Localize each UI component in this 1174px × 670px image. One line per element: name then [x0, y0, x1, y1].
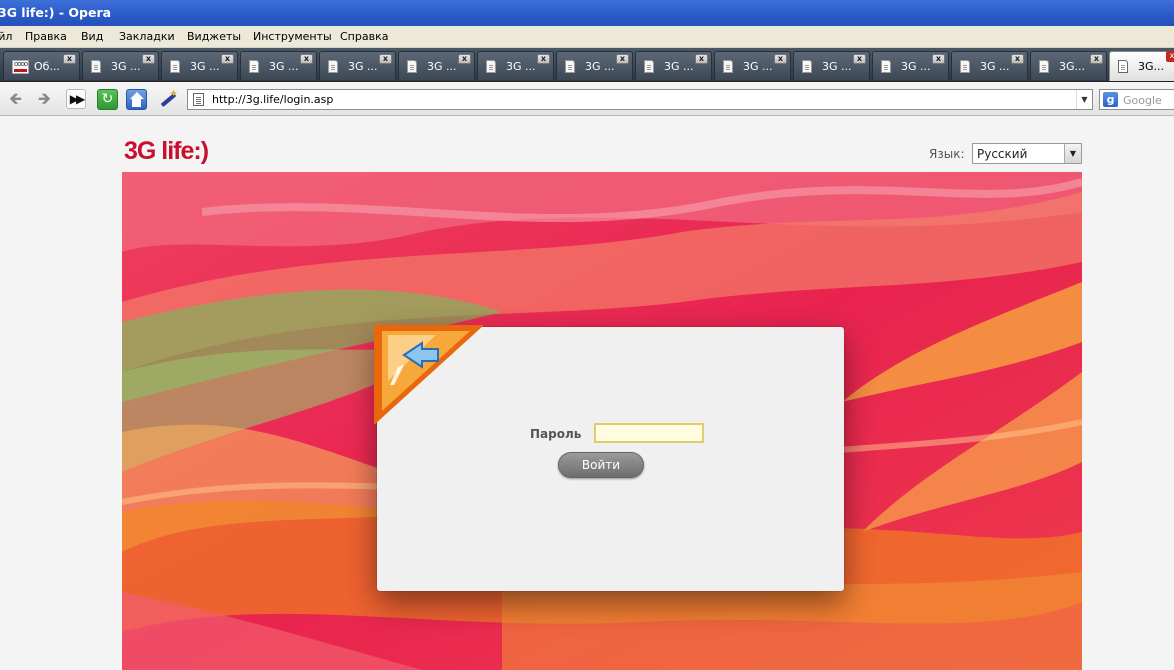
tab[interactable]: 3G ... x: [793, 51, 870, 80]
password-label: Пароль: [530, 427, 582, 441]
tab-label: 3G ...: [901, 60, 931, 73]
tab-close-icon[interactable]: x: [1090, 54, 1103, 64]
search-placeholder: Google: [1123, 94, 1162, 107]
tab-close-icon[interactable]: x: [63, 54, 76, 64]
tab-label: Об...: [34, 60, 60, 73]
tab-close-icon[interactable]: x: [1166, 51, 1174, 62]
chevron-down-icon[interactable]: ▼: [1076, 90, 1092, 109]
language-select[interactable]: Русский ▼: [972, 143, 1082, 164]
google-icon[interactable]: g: [1103, 92, 1118, 107]
login-corner-icon: [374, 325, 484, 425]
navigation-toolbar: 🡸 🡺 ▶▶ ↻ http://3g.life/login.asp ▼ g Go…: [0, 82, 1174, 116]
tab[interactable]: 3G ... x: [714, 51, 791, 80]
tab-label: 3G ...: [822, 60, 852, 73]
tab-close-icon[interactable]: x: [458, 54, 471, 64]
address-bar[interactable]: http://3g.life/login.asp ▼: [187, 89, 1093, 110]
tab-label: 3G ...: [980, 60, 1010, 73]
page-icon: [249, 60, 259, 73]
tab[interactable]: 3G ... x: [161, 51, 238, 80]
tab-label: 3G ...: [269, 60, 299, 73]
menu-help[interactable]: Справка: [340, 30, 388, 43]
tab[interactable]: 3G ... x: [556, 51, 633, 80]
tab-label: 3G ...: [585, 60, 615, 73]
menu-file[interactable]: Файл: [0, 30, 12, 43]
back-icon[interactable]: 🡸: [9, 91, 22, 107]
address-url[interactable]: http://3g.life/login.asp: [212, 93, 333, 106]
tab-label: 3G ...: [743, 60, 773, 73]
tab-label: 3G...: [1138, 60, 1165, 73]
tab-close-icon[interactable]: x: [142, 54, 155, 64]
tab[interactable]: 3G ... x: [951, 51, 1028, 80]
tab[interactable]: 3G ... x: [477, 51, 554, 80]
password-field[interactable]: [594, 423, 704, 443]
page-icon: [170, 60, 180, 73]
language-value: Русский: [977, 147, 1028, 161]
menu-bar: Файл Правка Вид Закладки Виджеты Инструм…: [0, 26, 1174, 48]
window-title: 3G life:) - Opera: [0, 5, 112, 20]
tab-close-icon[interactable]: x: [221, 54, 234, 64]
tab-label: 3G ...: [427, 60, 457, 73]
chevron-down-icon[interactable]: ▼: [1064, 144, 1081, 163]
tab-label: 3G ...: [111, 60, 141, 73]
page-icon: [91, 60, 101, 73]
tab[interactable]: 3G ... x: [398, 51, 475, 80]
language-label: Язык:: [929, 147, 965, 161]
tab-close-icon[interactable]: x: [537, 54, 550, 64]
login-button[interactable]: Войти: [558, 452, 644, 478]
menu-tools[interactable]: Инструменты: [253, 30, 332, 43]
menu-bookmarks[interactable]: Закладки: [119, 30, 175, 43]
page-icon: [723, 60, 733, 73]
page-icon: [565, 60, 575, 73]
page-icon: [407, 60, 417, 73]
tab[interactable]: 3G ... x: [872, 51, 949, 80]
tab[interactable]: 3G ... x: [319, 51, 396, 80]
page-icon: [1039, 60, 1049, 73]
tab-label: 3G...: [1059, 60, 1086, 73]
tab-bar: Об... x 3G ... x 3G ... x 3G ... x 3G ..…: [0, 48, 1174, 82]
tab[interactable]: 3G ... x: [240, 51, 317, 80]
page-icon: [193, 93, 204, 106]
tab[interactable]: 3G... x: [1030, 51, 1107, 80]
window-title-bar: 3G life:) - Opera: [0, 0, 1174, 26]
page-icon: [486, 60, 496, 73]
tab-label: 3G ...: [190, 60, 220, 73]
tab[interactable]: 3G ... x: [82, 51, 159, 80]
tab-active[interactable]: 3G...: [1109, 51, 1174, 81]
tab-close-icon[interactable]: x: [774, 54, 787, 64]
menu-view[interactable]: Вид: [81, 30, 103, 43]
tab-close-icon[interactable]: x: [853, 54, 866, 64]
search-field[interactable]: g Google: [1099, 89, 1174, 110]
tab-label: 3G ...: [506, 60, 536, 73]
tab-close-icon[interactable]: x: [616, 54, 629, 64]
audi-favicon-icon: [12, 60, 29, 74]
tab-close-icon[interactable]: x: [932, 54, 945, 64]
tab-close-icon[interactable]: x: [1011, 54, 1024, 64]
forward-icon[interactable]: 🡺: [38, 91, 51, 107]
page-icon: [802, 60, 812, 73]
page-icon: [960, 60, 970, 73]
tab-close-icon[interactable]: x: [695, 54, 708, 64]
wand-icon[interactable]: [157, 87, 179, 110]
page-content: 3G life:) Язык: Русский ▼ Пароль Войти: [0, 117, 1174, 670]
menu-widgets[interactable]: Виджеты: [187, 30, 241, 43]
menu-edit[interactable]: Правка: [25, 30, 67, 43]
page-icon: [1118, 60, 1128, 73]
fast-forward-icon[interactable]: ▶▶: [66, 89, 86, 109]
tab[interactable]: 3G ... x: [635, 51, 712, 80]
tab[interactable]: Об... x: [3, 51, 80, 80]
home-icon[interactable]: [126, 89, 147, 110]
logo: 3G life:): [124, 137, 209, 165]
page-icon: [881, 60, 891, 73]
tab-label: 3G ...: [348, 60, 378, 73]
tab-close-icon[interactable]: x: [379, 54, 392, 64]
page-icon: [328, 60, 338, 73]
tab-close-icon[interactable]: x: [300, 54, 313, 64]
reload-icon[interactable]: ↻: [97, 89, 118, 110]
page-icon: [644, 60, 654, 73]
tab-label: 3G ...: [664, 60, 694, 73]
